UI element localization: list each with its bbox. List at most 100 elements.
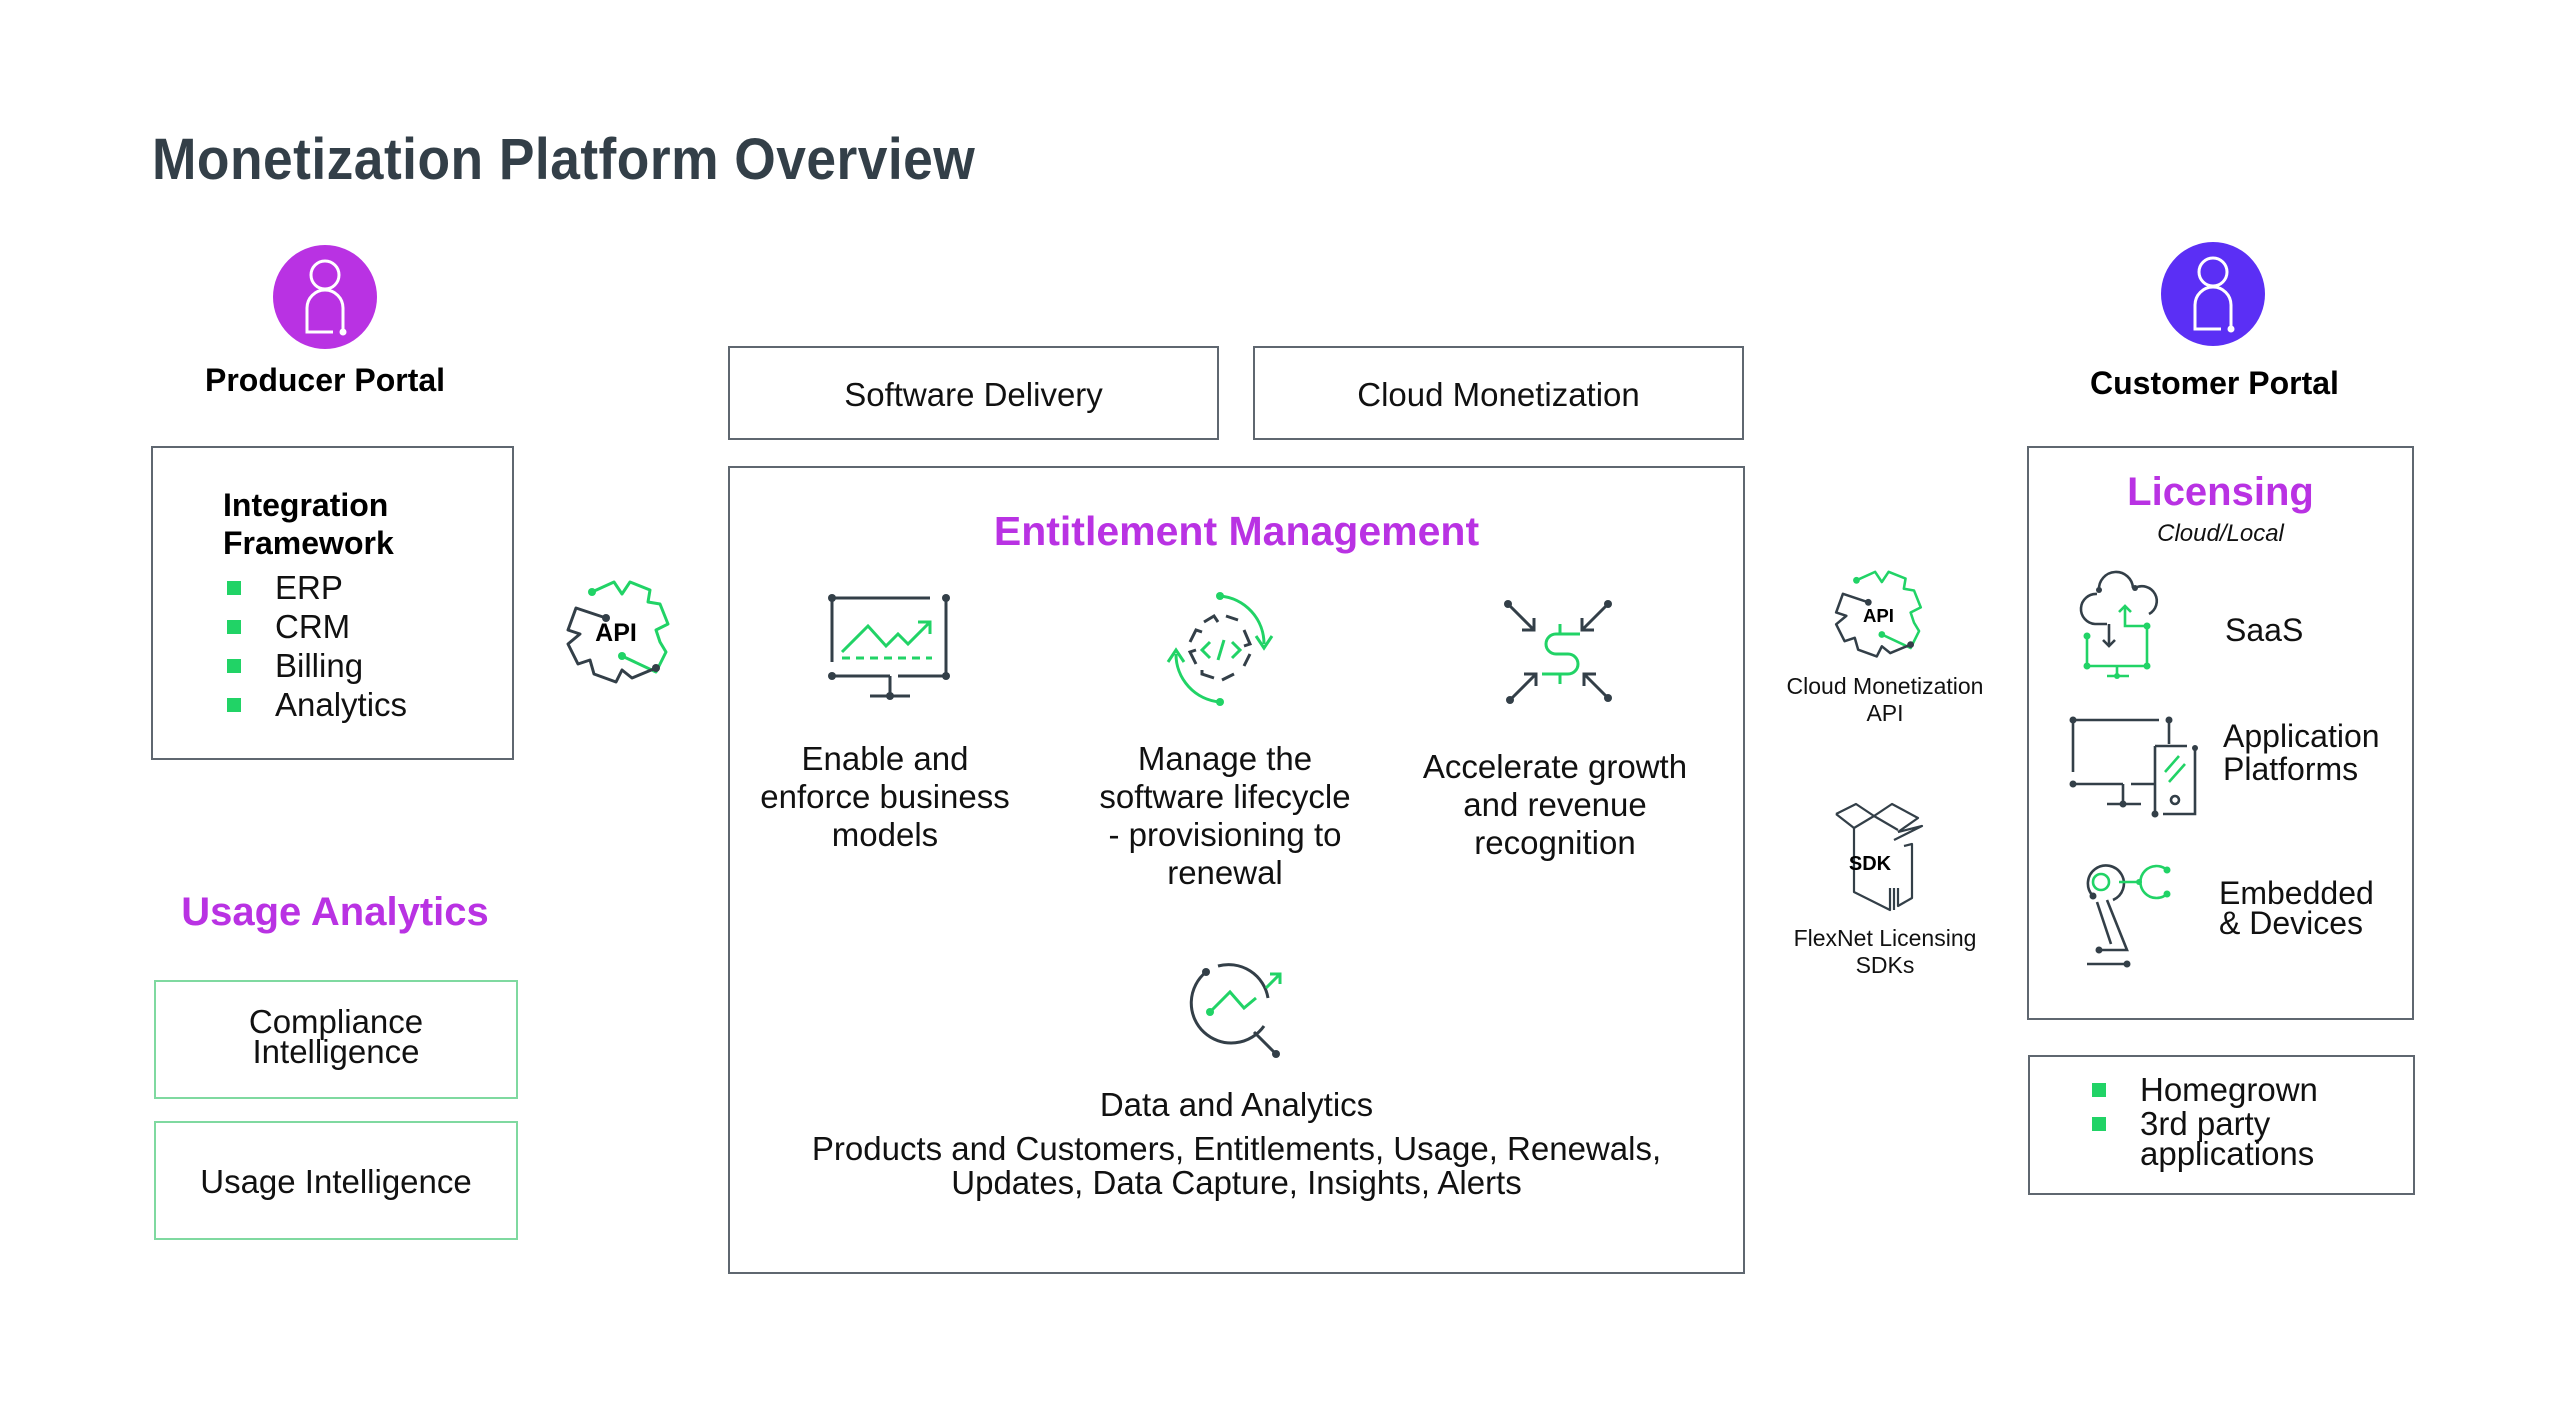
integration-framework-box: Integration Framework ERP CRM Billing An… [151,446,514,760]
customer-portal-avatar[interactable] [2161,242,2265,346]
licensing-box: Licensing Cloud/Local SaaS Application P… [2027,446,2414,1020]
label-line: Intelligence [252,1033,420,1070]
description-line: Products and Customers, Entitlements, Us… [811,1130,1662,1167]
heading-line: Integration [223,487,389,523]
bullet-square-icon [227,697,241,712]
heading-line: Framework [223,525,394,561]
list-item: Analytics [227,685,407,724]
data-analytics-description: Products and Customers, Entitlements, Us… [730,1132,1743,1200]
pillar-text-line: models [831,816,939,853]
pillar-text-line: enforce business [760,778,1010,815]
page-title: Monetization Platform Overview [152,127,976,192]
sdk-badge-label: SDK [1849,853,1892,875]
pillar-enable-business-models: Enable and enforce business models [750,740,1020,854]
label-line: SDKs [1855,952,1915,978]
list-item-label: Analytics [275,686,408,723]
pillar-icon-wrap [1158,588,1288,708]
bullet-square-icon [227,619,241,634]
list-item: Billing [227,646,407,685]
label-line: Platforms [2223,751,2359,787]
cloud-monetization-api-label: Cloud Monetization API [1750,673,2020,727]
producer-api-connector: API [556,568,686,698]
pillar-text-line: Enable and [801,740,969,777]
sdk-box-icon: SDK [1835,802,1924,912]
applications-box: Homegrown 3rd party applications [2028,1055,2415,1195]
bullet-square-icon [227,580,241,595]
pillar-icon-wrap [820,588,950,700]
integration-list: ERP CRM Billing Analytics [227,568,407,724]
applications-list: Homegrown 3rd party applications [2092,1071,2318,1172]
list-item-label: ERP [275,569,343,606]
label-line: FlexNet Licensing [1793,925,1977,951]
software-delivery-label: Software Delivery [844,376,1103,413]
label-line: Application [2223,718,2380,754]
producer-portal-avatar[interactable] [273,245,377,349]
licensing-item-application-platforms: Application Platforms [2223,720,2380,786]
licensing-subheading: Cloud/Local [2157,520,2284,547]
devices-icon [2069,716,2198,818]
bullet-square-icon [227,658,241,673]
list-item-label: Billing [275,647,364,684]
licensing-item-icon-wrap [2077,570,2167,680]
entitlement-management-box: Entitlement Management Enable and enforc… [728,466,1745,1274]
data-analytics-icon-wrap [1178,958,1288,1068]
usage-intelligence-label: Usage Intelligence [200,1163,472,1200]
monitor-chart-icon [828,594,950,700]
pillar-text-line: and revenue [1463,786,1647,823]
revenue-dollar-icon [1504,600,1612,704]
licensing-heading: Licensing [2127,470,2314,514]
list-item: ERP [227,568,407,607]
pillar-text-line: software lifecycle [1099,778,1351,815]
api-gear-icon: API [566,580,670,684]
licensing-item-embedded-devices: Embedded & Devices [2219,875,2374,941]
label-line: Embedded [2219,875,2374,911]
compliance-intelligence-label: Compliance Intelligence [156,1005,516,1070]
user-icon [2193,256,2235,333]
cloud-monetization-label: Cloud Monetization [1357,376,1640,413]
list-item: CRM [227,607,407,646]
entitlement-management-heading: Entitlement Management [993,508,1480,554]
list-item: Homegrown [2092,1071,2318,1109]
api-badge-label: API [595,619,637,647]
producer-portal-label: Producer Portal [204,362,446,398]
cloud-monetization-box[interactable]: Cloud Monetization [1253,346,1744,440]
api-badge-label: API [1863,605,1894,626]
software-delivery-box[interactable]: Software Delivery [728,346,1219,440]
list-item: 3rd party applications [2092,1105,2318,1172]
pillar-text-line: Accelerate growth [1422,748,1688,785]
list-item-label: 3rd party applications [2140,1105,2315,1172]
label-line: API [1866,700,1904,726]
pillar-accelerate-growth: Accelerate growth and revenue recognitio… [1400,748,1710,862]
magnifier-chart-icon [1189,963,1282,1058]
usage-intelligence-box[interactable]: Usage Intelligence [154,1121,518,1240]
cloud-api-connector: API [1826,560,1936,670]
list-item-label: CRM [275,608,351,645]
api-gear-icon: API [1834,570,1923,658]
pillar-text-line: Manage the [1137,740,1313,777]
licensing-item-icon-wrap [2067,716,2207,818]
bullet-square-icon [2092,1083,2106,1097]
licensing-item-icon-wrap [2079,862,2199,972]
compliance-intelligence-box[interactable]: Compliance Intelligence [154,980,518,1099]
cloud-transfer-icon [2079,570,2159,679]
label-line: Cloud Monetization [1786,673,1984,699]
flexnet-sdks-label: FlexNet Licensing SDKs [1750,925,2020,979]
usage-analytics-heading: Usage Analytics [181,890,489,934]
robot-arm-icon [2086,864,2171,968]
customer-portal-label: Customer Portal [2090,365,2339,401]
label-line: & Devices [2219,905,2364,941]
pillar-text-line: recognition [1474,824,1636,861]
integration-framework-heading: Integration Framework [223,486,394,562]
pillar-manage-lifecycle: Manage the software lifecycle - provisio… [1070,740,1380,892]
pillar-text-line: renewal [1167,854,1283,891]
lifecycle-code-icon [1166,592,1274,706]
list-item-label: Homegrown [2140,1071,2318,1108]
description-line: Updates, Data Capture, Insights, Alerts [951,1164,1522,1201]
sdk-connector: SDK [1822,800,1932,915]
pillar-text-line: - provisioning to [1108,816,1342,853]
bullet-square-icon [2092,1117,2106,1131]
licensing-item-saas: SaaS [2225,612,2304,648]
pillar-icon-wrap [1500,596,1620,706]
data-analytics-heading: Data and Analytics [1099,1086,1374,1123]
user-icon [305,259,347,336]
